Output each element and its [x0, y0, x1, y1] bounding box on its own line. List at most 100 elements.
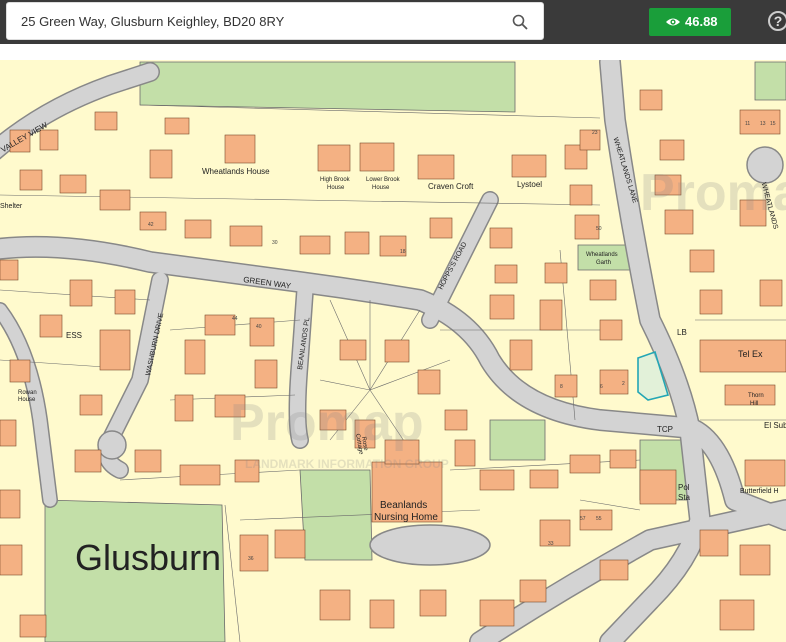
building	[79, 394, 103, 416]
label-el-sub: El Sub	[764, 421, 786, 430]
nursing-drive	[369, 524, 491, 566]
top-bar: 25 Green Way, Glusburn Keighley, BD20 8R…	[0, 0, 786, 44]
watermark-brand: Promap	[230, 394, 424, 452]
building	[479, 599, 515, 627]
building	[489, 294, 515, 320]
label-wheatlands-house: Wheatlands House	[202, 167, 270, 176]
label-place-glusburn: Glusburn	[75, 537, 221, 578]
building	[274, 529, 306, 559]
building	[149, 149, 173, 179]
green-centre	[489, 419, 546, 461]
building	[599, 319, 623, 341]
house-number: 33	[548, 541, 554, 547]
building	[339, 339, 367, 361]
building	[589, 279, 617, 301]
house-number: 50	[596, 226, 602, 232]
map-canvas[interactable]: Promap LANDMARK INFORMATION GROUP Promap…	[0, 60, 786, 642]
building	[99, 329, 131, 371]
building	[539, 299, 563, 331]
building	[759, 279, 783, 307]
building	[429, 217, 453, 239]
building	[19, 614, 47, 638]
house-number: 42	[148, 222, 154, 228]
label-pol-1: Pol	[678, 483, 690, 492]
building	[519, 579, 547, 603]
watermark-sub: LANDMARK INFORMATION GROUP	[245, 457, 449, 471]
map-viewport[interactable]: Promap LANDMARK INFORMATION GROUP Promap…	[0, 60, 786, 642]
building	[479, 469, 515, 491]
building	[599, 559, 629, 581]
building	[184, 339, 206, 375]
green-top-right	[754, 61, 786, 101]
label-lower-brook-2: House	[372, 185, 390, 191]
building	[511, 154, 547, 178]
label-thorn-1: Thorn	[748, 393, 764, 399]
label-lower-brook-1: Lower Brook	[366, 177, 401, 183]
building	[639, 469, 677, 505]
label-high-brook-1: High Brook	[320, 177, 351, 183]
building	[384, 339, 410, 363]
house-number: 2	[622, 381, 625, 387]
building	[417, 369, 441, 395]
house-number: 6	[600, 384, 603, 390]
label-lb: LB	[677, 328, 687, 337]
label-butterfield: Butterfield H	[740, 488, 779, 495]
search-input[interactable]: 25 Green Way, Glusburn Keighley, BD20 8R…	[21, 14, 284, 29]
house-number: 57	[580, 516, 586, 522]
label-pol-2: Sta	[678, 493, 691, 502]
house-number: 11	[745, 121, 750, 127]
building	[239, 534, 269, 572]
building	[344, 231, 370, 255]
label-wheatlands-garth-1: Wheatlands	[586, 252, 618, 258]
building	[359, 142, 395, 172]
building	[699, 289, 723, 315]
building	[134, 449, 162, 473]
building	[229, 225, 263, 247]
building	[39, 314, 63, 338]
search-icon[interactable]	[511, 13, 529, 31]
help-button[interactable]: ?	[768, 11, 786, 31]
house-number: 8	[560, 384, 563, 390]
house-number: 13	[760, 121, 766, 127]
building	[444, 409, 468, 431]
house-number: 18	[400, 249, 406, 255]
building	[0, 259, 19, 281]
label-nursing-2: Nursing Home	[374, 512, 438, 523]
building	[0, 419, 17, 447]
house-number: 30	[272, 240, 278, 246]
building	[69, 279, 93, 307]
building	[224, 134, 256, 164]
building	[39, 129, 59, 151]
label-wheatlands-garth-2: Garth	[596, 260, 611, 266]
building	[529, 469, 559, 489]
building	[659, 139, 685, 161]
building	[179, 464, 221, 486]
house-number: 15	[770, 121, 776, 127]
building	[94, 111, 118, 131]
house-number: 55	[596, 516, 602, 522]
search-bar[interactable]: 25 Green Way, Glusburn Keighley, BD20 8R…	[6, 2, 544, 40]
house-number: 40	[256, 324, 262, 330]
building	[569, 454, 601, 474]
building	[299, 235, 331, 255]
building	[489, 227, 513, 249]
building	[509, 339, 533, 371]
eye-icon	[666, 18, 680, 26]
building	[254, 359, 278, 389]
views-button[interactable]: 46.88	[649, 8, 731, 36]
cul-de-sac-washburn	[97, 430, 127, 460]
building	[454, 439, 476, 467]
building	[609, 449, 637, 469]
building	[0, 489, 21, 519]
building	[249, 317, 275, 347]
building	[539, 519, 571, 547]
label-thorn-2: Hill	[750, 401, 758, 407]
building	[0, 544, 23, 576]
building	[739, 544, 771, 576]
building	[419, 589, 447, 617]
building	[369, 599, 395, 629]
label-ess: ESS	[66, 331, 82, 340]
building	[74, 449, 102, 473]
label-tel-ex: Tel Ex	[738, 349, 763, 359]
building	[204, 314, 236, 336]
